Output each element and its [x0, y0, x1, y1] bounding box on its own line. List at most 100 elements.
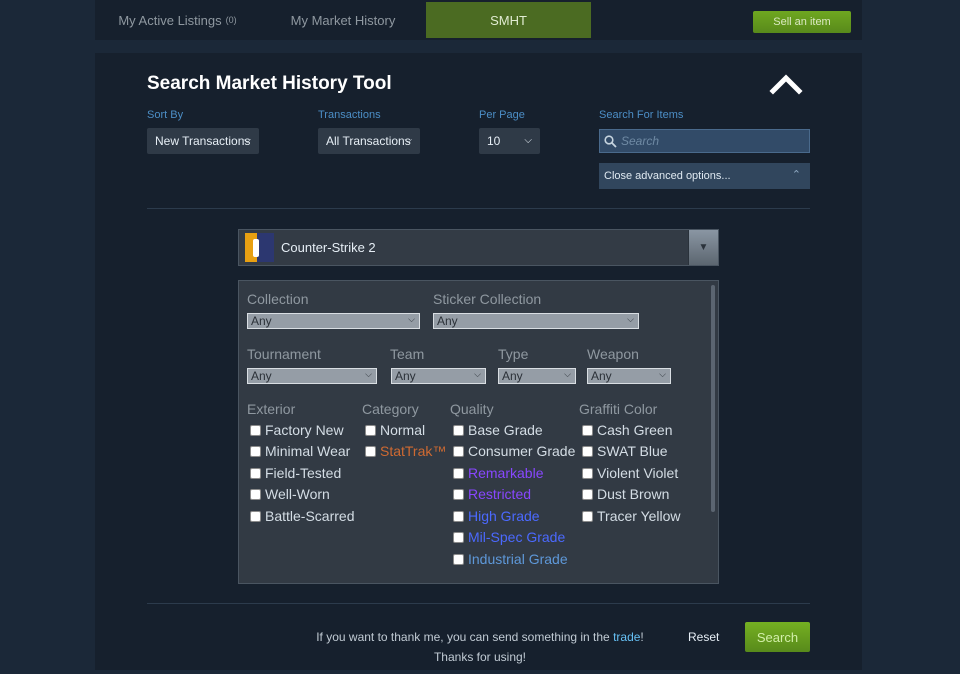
collection-select[interactable]: Any ⌵: [247, 313, 420, 329]
option-label: Consumer Grade: [468, 443, 576, 459]
option-label: Remarkable: [468, 465, 544, 481]
thanks-line-2: Thanks for using!: [433, 650, 527, 664]
thanks-text: If you want to thank me, you can send so…: [316, 630, 614, 644]
quality-option-base-grade[interactable]: Base Grade: [453, 422, 543, 438]
game-select[interactable]: Counter-Strike 2 ▼: [238, 229, 719, 266]
thanks-suffix: !: [640, 630, 644, 644]
search-items-label: Search For Items: [599, 109, 684, 121]
search-input[interactable]: Search: [599, 129, 810, 153]
sort-by-label: Sort By: [147, 109, 184, 121]
checkbox[interactable]: [365, 424, 376, 436]
listings-count: (0): [225, 15, 237, 25]
checkbox[interactable]: [250, 424, 261, 436]
filters-scrollbar[interactable]: [711, 285, 715, 512]
checkbox[interactable]: [582, 510, 593, 522]
checkbox[interactable]: [453, 445, 464, 457]
exterior-option-well-worn[interactable]: Well-Worn: [250, 486, 330, 502]
weapon-select[interactable]: Any ⌵: [587, 368, 671, 384]
sort-by-value: New Transactions: [155, 134, 251, 148]
quality-label: Quality: [450, 401, 494, 417]
tab-my-active-listings[interactable]: My Active Listings (0): [95, 2, 260, 38]
checkbox[interactable]: [582, 445, 593, 457]
checkbox[interactable]: [250, 467, 261, 479]
checkbox[interactable]: [453, 424, 464, 436]
graffiti-color-label: Graffiti Color: [579, 401, 658, 417]
category-option-stattrak[interactable]: StatTrak™: [365, 443, 446, 459]
checkbox[interactable]: [365, 445, 376, 457]
exterior-option-field-tested[interactable]: Field-Tested: [250, 465, 341, 481]
chevron-down-icon: ⌵: [564, 369, 571, 379]
checkbox[interactable]: [453, 553, 464, 565]
transactions-value: All Transactions: [326, 134, 411, 148]
type-select[interactable]: Any ⌵: [498, 368, 576, 384]
type-label: Type: [498, 346, 529, 362]
type-value: Any: [502, 369, 523, 383]
team-select[interactable]: Any ⌵: [391, 368, 486, 384]
option-label: Minimal Wear: [265, 443, 351, 459]
transactions-select[interactable]: All Transactions ⌵: [318, 128, 420, 154]
search-button-label: Search: [756, 629, 799, 645]
chevron-down-icon: ⌵: [524, 135, 532, 146]
advanced-options-label: Close advanced options...: [604, 170, 731, 182]
tab-smht[interactable]: SMHT: [426, 2, 591, 38]
quality-option-industrial-grade[interactable]: Industrial Grade: [453, 551, 568, 567]
chevron-down-icon: ⌵: [408, 314, 415, 324]
graffiti-option-swat-blue[interactable]: SWAT Blue: [582, 443, 668, 459]
checkbox[interactable]: [250, 488, 261, 500]
search-icon: [604, 134, 617, 148]
graffiti-option-tracer-yellow[interactable]: Tracer Yellow: [582, 508, 681, 524]
search-button[interactable]: Search: [745, 622, 810, 652]
exterior-option-battle-scarred[interactable]: Battle-Scarred: [250, 508, 354, 524]
sell-button-label: Sell an item: [773, 16, 831, 28]
sticker-collection-select[interactable]: Any ⌵: [433, 313, 639, 329]
tournament-select[interactable]: Any ⌵: [247, 368, 377, 384]
quality-option-high-grade[interactable]: High Grade: [453, 508, 540, 524]
tab-my-market-history[interactable]: My Market History: [260, 2, 426, 38]
collapse-up-icon[interactable]: [768, 69, 804, 97]
sort-by-select[interactable]: New Transactions ⌵: [147, 128, 259, 154]
checkbox[interactable]: [453, 510, 464, 522]
chevron-down-icon: ⌵: [474, 369, 481, 379]
exterior-option-minimal-wear[interactable]: Minimal Wear: [250, 443, 350, 459]
sell-an-item-button[interactable]: Sell an item: [753, 11, 851, 33]
team-value: Any: [395, 369, 416, 383]
quality-option-mil-spec-grade[interactable]: Mil-Spec Grade: [453, 529, 565, 545]
option-label: Violent Violet: [597, 465, 679, 481]
reset-button[interactable]: Reset: [688, 630, 719, 644]
dropdown-arrow-icon[interactable]: ▼: [688, 230, 718, 265]
chevron-down-icon: ⌵: [404, 135, 412, 146]
graffiti-option-violent-violet[interactable]: Violent Violet: [582, 465, 678, 481]
sticker-collection-value: Any: [437, 314, 458, 328]
checkbox[interactable]: [453, 488, 464, 500]
search-placeholder: Search: [621, 134, 660, 148]
checkbox[interactable]: [453, 531, 464, 543]
trade-link[interactable]: trade: [613, 630, 640, 644]
checkbox[interactable]: [582, 488, 593, 500]
tab-label: SMHT: [490, 12, 527, 28]
option-label: Industrial Grade: [468, 551, 568, 567]
thanks-message: If you want to thank me, you can send so…: [295, 627, 665, 667]
tournament-label: Tournament: [247, 346, 321, 362]
divider: [147, 603, 810, 604]
checkbox[interactable]: [582, 467, 593, 479]
quality-option-consumer-grade[interactable]: Consumer Grade: [453, 443, 575, 459]
per-page-value: 10: [487, 134, 501, 148]
graffiti-option-dust-brown[interactable]: Dust Brown: [582, 486, 669, 502]
quality-option-remarkable[interactable]: Remarkable: [453, 465, 543, 481]
checkbox[interactable]: [250, 445, 261, 457]
page-title: Search Market History Tool: [147, 73, 392, 94]
checkbox[interactable]: [250, 510, 261, 522]
option-label: Field-Tested: [265, 465, 342, 481]
transactions-label: Transactions: [318, 109, 381, 121]
option-label: SWAT Blue: [597, 443, 668, 459]
exterior-option-factory-new[interactable]: Factory New: [250, 422, 344, 438]
quality-option-restricted[interactable]: Restricted: [453, 486, 531, 502]
checkbox[interactable]: [582, 424, 593, 436]
graffiti-option-cash-green[interactable]: Cash Green: [582, 422, 672, 438]
close-advanced-options-button[interactable]: Close advanced options... ⌃: [599, 163, 810, 189]
weapon-value: Any: [591, 369, 612, 383]
option-label: Base Grade: [468, 422, 543, 438]
per-page-select[interactable]: 10 ⌵: [479, 128, 540, 154]
category-option-normal[interactable]: Normal: [365, 422, 425, 438]
checkbox[interactable]: [453, 467, 464, 479]
